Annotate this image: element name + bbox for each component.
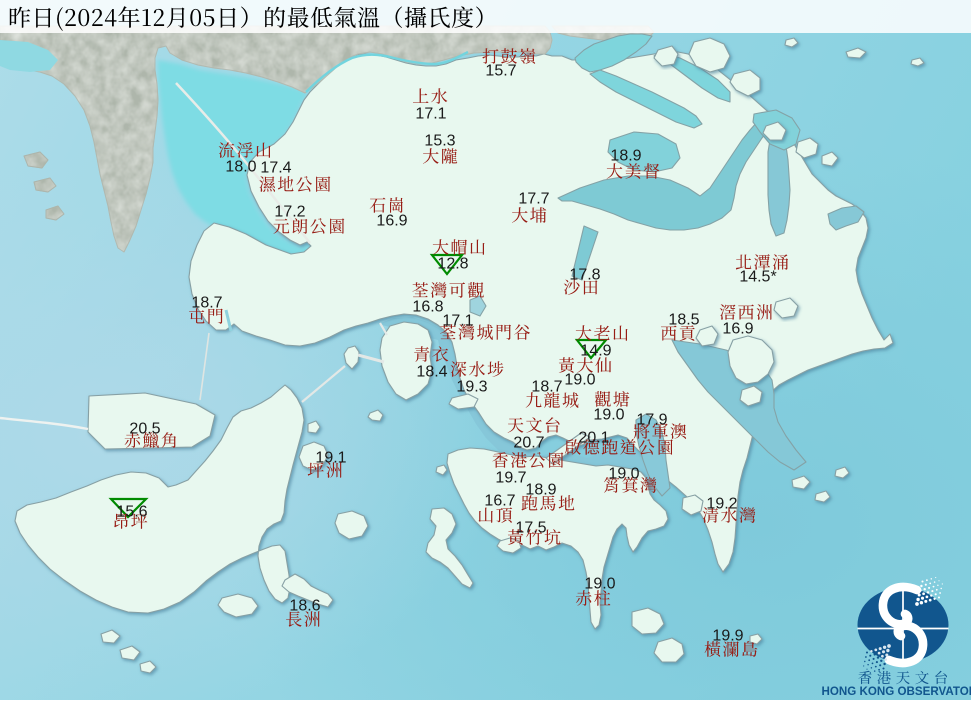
svg-text:19.2: 19.2 bbox=[706, 495, 737, 512]
svg-text:19.1: 19.1 bbox=[315, 449, 346, 466]
svg-text:18.4: 18.4 bbox=[416, 363, 447, 380]
svg-text:20.1: 20.1 bbox=[578, 429, 609, 446]
svg-text:19.0: 19.0 bbox=[584, 575, 615, 592]
svg-text:17.1: 17.1 bbox=[442, 312, 473, 329]
svg-text:17.8: 17.8 bbox=[569, 266, 600, 283]
svg-text:15.7: 15.7 bbox=[485, 62, 516, 79]
svg-text:18.0: 18.0 bbox=[225, 158, 256, 175]
svg-text:18.5: 18.5 bbox=[668, 311, 699, 328]
svg-text:12.8: 12.8 bbox=[437, 255, 468, 272]
svg-text:17.4: 17.4 bbox=[260, 159, 291, 176]
svg-text:16.7: 16.7 bbox=[484, 492, 515, 509]
svg-text:17.2: 17.2 bbox=[274, 203, 305, 220]
svg-text:19.9: 19.9 bbox=[712, 627, 743, 644]
svg-text:16.8: 16.8 bbox=[412, 298, 443, 315]
svg-text:18.7: 18.7 bbox=[531, 378, 562, 395]
svg-text:17.9: 17.9 bbox=[636, 411, 667, 428]
svg-text:14.5*: 14.5* bbox=[739, 268, 776, 285]
svg-text:19.3: 19.3 bbox=[456, 378, 487, 395]
svg-text:15.3: 15.3 bbox=[424, 132, 455, 149]
svg-text:18.9: 18.9 bbox=[610, 147, 641, 164]
svg-text:15.6: 15.6 bbox=[116, 503, 147, 520]
svg-text:20.5: 20.5 bbox=[129, 420, 160, 437]
svg-text:19.7: 19.7 bbox=[495, 469, 526, 486]
svg-text:16.9: 16.9 bbox=[376, 212, 407, 229]
svg-text:18.7: 18.7 bbox=[191, 294, 222, 311]
svg-text:19.0: 19.0 bbox=[564, 371, 595, 388]
svg-text:20.7: 20.7 bbox=[513, 434, 544, 451]
svg-text:19.0: 19.0 bbox=[593, 406, 624, 423]
svg-text:18.9: 18.9 bbox=[525, 481, 556, 498]
svg-text:17.5: 17.5 bbox=[515, 519, 546, 536]
svg-text:14.9: 14.9 bbox=[580, 342, 611, 359]
svg-text:19.0: 19.0 bbox=[608, 465, 639, 482]
svg-text:17.1: 17.1 bbox=[415, 105, 446, 122]
svg-text:16.9: 16.9 bbox=[722, 320, 753, 337]
svg-text:HONG KONG OBSERVATORY: HONG KONG OBSERVATORY bbox=[822, 685, 971, 698]
svg-text:18.6: 18.6 bbox=[289, 597, 320, 614]
svg-text:17.7: 17.7 bbox=[518, 190, 549, 207]
